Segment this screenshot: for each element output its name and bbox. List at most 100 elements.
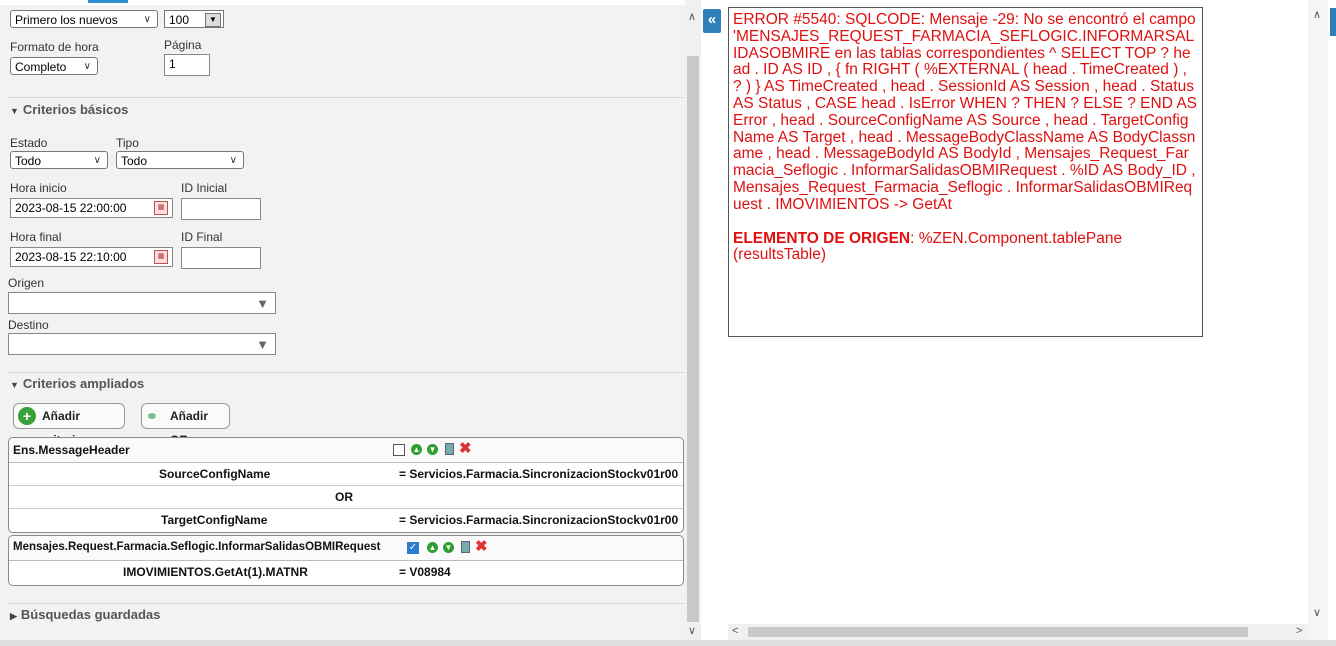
start-time-input[interactable]: 2023-08-15 22:00:00 ▦: [10, 198, 173, 218]
source-combobox[interactable]: ▼: [8, 292, 276, 314]
delete-icon[interactable]: ✖: [475, 539, 488, 554]
status-value: Todo: [15, 154, 42, 168]
scroll-down-icon[interactable]: ∨: [1313, 606, 1321, 619]
dropdown-arrow-icon: ▼: [256, 296, 269, 311]
scrollbar-thumb[interactable]: [748, 627, 1248, 637]
left-vertical-scrollbar[interactable]: ∧ ∨: [685, 0, 701, 646]
source-label: Origen: [8, 276, 45, 290]
criteria-panel-header: Ens.MessageHeader ▲ ▼ ✖: [9, 438, 683, 463]
copy-icon[interactable]: [445, 443, 454, 455]
start-time-label: Hora inicio: [10, 181, 67, 195]
dropdown-arrow-icon: ▼: [256, 337, 269, 352]
page-size-value: 100: [169, 13, 190, 27]
top-strip: [0, 0, 685, 5]
move-down-icon[interactable]: ▼: [427, 444, 438, 455]
status-label: Estado: [10, 136, 48, 150]
chevron-down-icon: ∨: [93, 155, 101, 166]
criteria-row[interactable]: SourceConfigName = Servicios.Farmacia.Si…: [9, 463, 683, 486]
page-label: Página: [164, 38, 202, 52]
type-value: Todo: [121, 154, 148, 168]
divider: [8, 372, 684, 373]
triangle-down-icon: ▼: [10, 106, 19, 116]
move-down-icon[interactable]: ▼: [443, 542, 454, 553]
collapse-panel-button[interactable]: «: [703, 9, 721, 33]
scroll-right-icon[interactable]: >: [1296, 625, 1302, 637]
criteria-field: SourceConfigName: [159, 467, 271, 481]
target-combobox[interactable]: ▼: [8, 333, 276, 355]
criteria-value: = V08984: [399, 565, 451, 579]
hour-format-value: Completo: [15, 60, 67, 74]
panel-checkbox-checked[interactable]: ✓: [407, 542, 419, 554]
divider: [8, 97, 684, 98]
scroll-up-icon[interactable]: ∧: [1313, 8, 1321, 21]
target-label: Destino: [8, 318, 49, 332]
type-label: Tipo: [116, 136, 139, 150]
copy-icon[interactable]: [461, 541, 470, 553]
extended-criteria-title: Criterios ampliados: [22, 376, 145, 391]
criteria-row[interactable]: TargetConfigName = Servicios.Farmacia.Si…: [9, 509, 683, 531]
edge-tab[interactable]: [1330, 8, 1336, 36]
move-up-icon[interactable]: ▲: [411, 444, 422, 455]
criteria-field: IMOVIMIENTOS.GetAt(1).MATNR: [123, 565, 308, 579]
add-or-button[interactable]: ⚭ Añadir OR: [141, 403, 230, 447]
page-size-select[interactable]: 100 ▼: [164, 10, 224, 28]
criteria-panel-title: Mensajes.Request.Farmacia.Seflogic.Infor…: [13, 541, 381, 553]
criteria-panel-message-header: Ens.MessageHeader ▲ ▼ ✖ SourceConfigName…: [8, 437, 684, 533]
page-input[interactable]: 1: [164, 54, 210, 76]
chevron-down-icon: ∨: [229, 155, 237, 166]
start-id-label: ID Inicial: [181, 181, 228, 195]
delete-icon[interactable]: ✖: [459, 441, 472, 456]
end-time-label: Hora final: [10, 230, 62, 244]
scroll-down-icon[interactable]: ∨: [688, 624, 696, 637]
double-chevron-left-icon: «: [707, 11, 717, 28]
error-origin-label: ELEMENTO DE ORIGEN: [733, 229, 911, 247]
criteria-panel-title: Ens.MessageHeader: [13, 443, 130, 457]
right-vertical-scrollbar[interactable]: ∧ ∨: [1308, 0, 1328, 646]
hour-format-label: Formato de hora: [10, 40, 99, 54]
triangle-down-icon: ▼: [10, 380, 19, 390]
bottom-bar: [0, 640, 1336, 646]
search-panel: Primero los nuevos ∨ 100 ▼ Formato de ho…: [0, 0, 685, 646]
add-criterion-button[interactable]: + Añadir criterio: [13, 403, 125, 447]
plus-circle-icon: +: [18, 407, 36, 425]
criteria-panel-header: Mensajes.Request.Farmacia.Seflogic.Infor…: [9, 536, 683, 561]
extended-criteria-header[interactable]: ▼ Criterios ampliados: [10, 376, 144, 391]
move-up-icon[interactable]: ▲: [427, 542, 438, 553]
add-or-icon: ⚭: [146, 408, 158, 424]
hour-format-select[interactable]: Completo ∨: [10, 57, 98, 75]
or-operator: OR: [335, 490, 353, 504]
criteria-value: = Servicios.Farmacia.SincronizacionStock…: [399, 467, 679, 481]
scroll-up-icon[interactable]: ∧: [688, 10, 696, 23]
panel-checkbox[interactable]: [393, 444, 405, 456]
saved-searches-header[interactable]: ▶ Búsquedas guardadas: [10, 607, 160, 622]
chevron-down-icon: ∨: [83, 61, 91, 72]
criteria-operator-row: OR: [9, 486, 683, 509]
criteria-value: = Servicios.Farmacia.SincronizacionStock…: [399, 513, 679, 527]
type-select[interactable]: Todo ∨: [116, 151, 244, 169]
calendar-icon[interactable]: ▦: [154, 250, 168, 264]
end-id-input[interactable]: [181, 247, 261, 269]
sort-order-value: Primero los nuevos: [15, 13, 118, 27]
triangle-right-icon: ▶: [10, 611, 17, 621]
status-select[interactable]: Todo ∨: [10, 151, 108, 169]
criteria-row[interactable]: IMOVIMIENTOS.GetAt(1).MATNR = V08984: [9, 561, 683, 583]
criteria-field: TargetConfigName: [161, 513, 268, 527]
end-id-label: ID Final: [181, 230, 223, 244]
saved-searches-title: Búsquedas guardadas: [20, 607, 161, 622]
criteria-panel-request: Mensajes.Request.Farmacia.Seflogic.Infor…: [8, 535, 684, 586]
end-time-input[interactable]: 2023-08-15 22:10:00 ▦: [10, 247, 173, 267]
start-time-value: 2023-08-15 22:00:00: [15, 201, 127, 215]
scroll-left-icon[interactable]: <: [732, 625, 738, 637]
basic-criteria-title: Criterios básicos: [22, 102, 129, 117]
end-time-value: 2023-08-15 22:10:00: [15, 250, 127, 264]
error-message: ERROR #5540: SQLCODE: Mensaje -29: No se…: [733, 11, 1198, 213]
horizontal-scrollbar[interactable]: < >: [728, 624, 1308, 640]
divider: [8, 603, 684, 604]
start-id-input[interactable]: [181, 198, 261, 220]
sort-order-select[interactable]: Primero los nuevos ∨: [10, 10, 158, 28]
scrollbar-thumb[interactable]: [687, 56, 699, 622]
dropdown-arrow-icon: ▼: [205, 13, 221, 27]
error-message-box: ERROR #5540: SQLCODE: Mensaje -29: No se…: [728, 7, 1203, 337]
calendar-icon[interactable]: ▦: [154, 201, 168, 215]
basic-criteria-header[interactable]: ▼ Criterios básicos: [10, 102, 128, 117]
